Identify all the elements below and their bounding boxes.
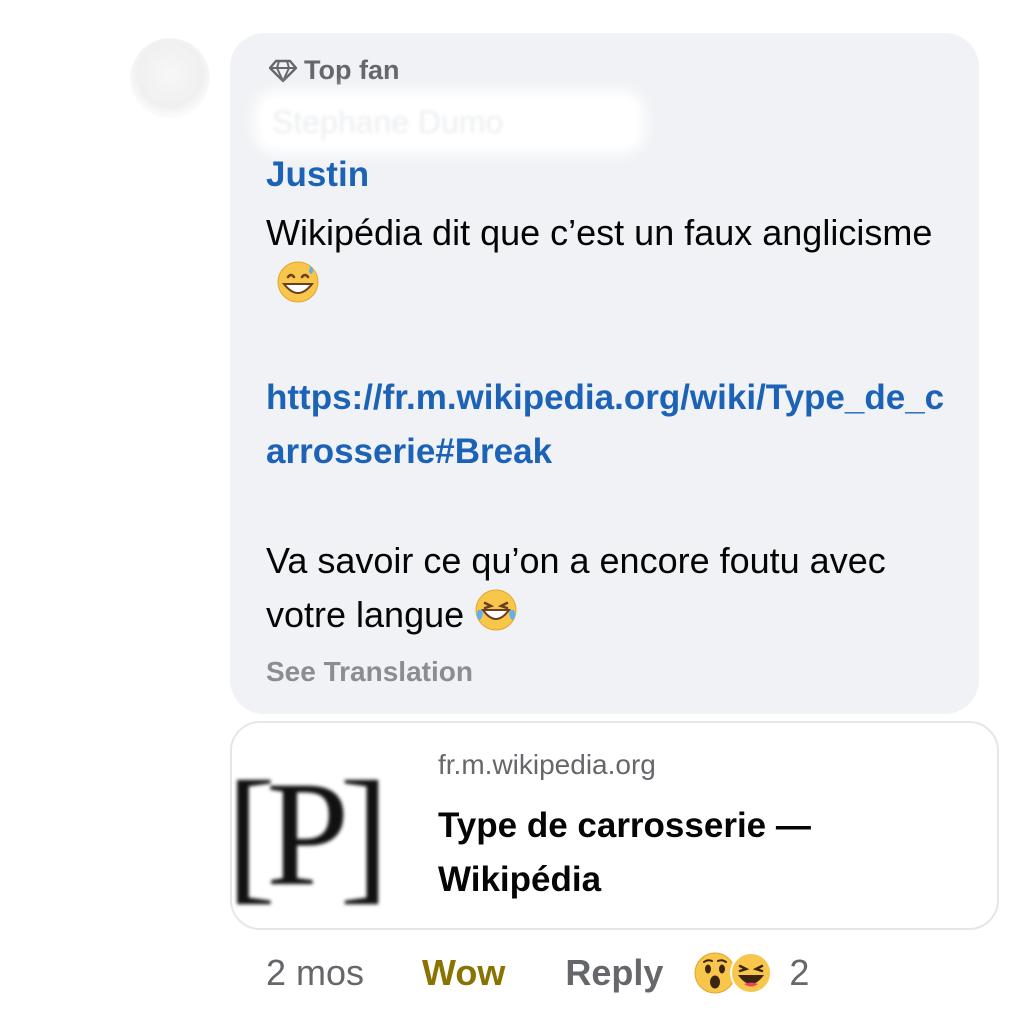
see-translation-link[interactable]: See Translation (266, 656, 473, 688)
avatar[interactable] (130, 38, 210, 118)
comment-author[interactable]: Justin (266, 155, 369, 195)
wikipedia-thumbnail: [P] (232, 723, 412, 928)
link-preview-card[interactable]: [P] fr.m.wikipedia.org Type de carrosser… (230, 721, 999, 930)
redacted-name-text: Stephane Dumo (272, 104, 504, 140)
comment-timestamp[interactable]: 2 mos (266, 952, 364, 994)
wow-reaction-button[interactable]: Wow (422, 952, 505, 994)
diamond-icon (268, 59, 298, 82)
reply-button[interactable]: Reply (565, 952, 663, 994)
haha-emoji-icon (730, 952, 773, 994)
reaction-icons[interactable] (693, 951, 773, 995)
top-fan-badge: Top fan (268, 55, 399, 86)
wikipedia-link[interactable]: https://fr.m.wikipedia.org/wiki/Type_de_… (266, 371, 946, 479)
tears-of-joy-emoji-icon (474, 588, 518, 647)
grinning-sweat-emoji-icon (276, 260, 320, 319)
comment-actions: 2 mos Wow Reply 2 (266, 948, 809, 998)
badge-label: Top fan (304, 55, 400, 85)
comment-text-line2: Va savoir ce qu’on a encore foutu avec v… (266, 534, 946, 647)
link-domain: fr.m.wikipedia.org (438, 749, 656, 780)
wikipedia-logo-glyph: [P] (232, 751, 389, 917)
comment-text: Wikipédia dit que c’est un faux anglicis… (266, 212, 933, 253)
comment-text: Va savoir ce qu’on a encore foutu avec v… (266, 540, 886, 636)
reaction-count[interactable]: 2 (789, 952, 809, 994)
link-title: Type de carrosserie — Wikipédia (438, 806, 811, 899)
comment-text-line1: Wikipédia dit que c’est un faux anglicis… (266, 206, 946, 319)
